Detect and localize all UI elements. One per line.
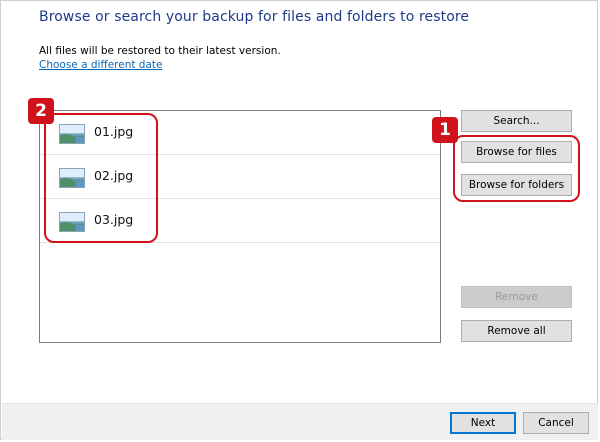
search-button[interactable]: Search... <box>461 110 572 132</box>
restore-wizard-window: Browse or search your backup for files a… <box>0 0 598 440</box>
choose-date-link[interactable]: Choose a different date <box>39 59 162 71</box>
restore-info-text: All files will be restored to their late… <box>39 45 281 57</box>
remove-button[interactable]: Remove <box>461 286 572 308</box>
cancel-button[interactable]: Cancel <box>523 412 589 434</box>
files-callout-badge: 2 <box>28 98 54 124</box>
page-title: Browse or search your backup for files a… <box>39 9 470 25</box>
buttons-callout-outline <box>453 135 580 202</box>
buttons-callout-badge: 1 <box>432 117 458 143</box>
files-callout-outline <box>44 113 158 243</box>
remove-all-button[interactable]: Remove all <box>461 320 572 342</box>
next-button[interactable]: Next <box>450 412 516 434</box>
